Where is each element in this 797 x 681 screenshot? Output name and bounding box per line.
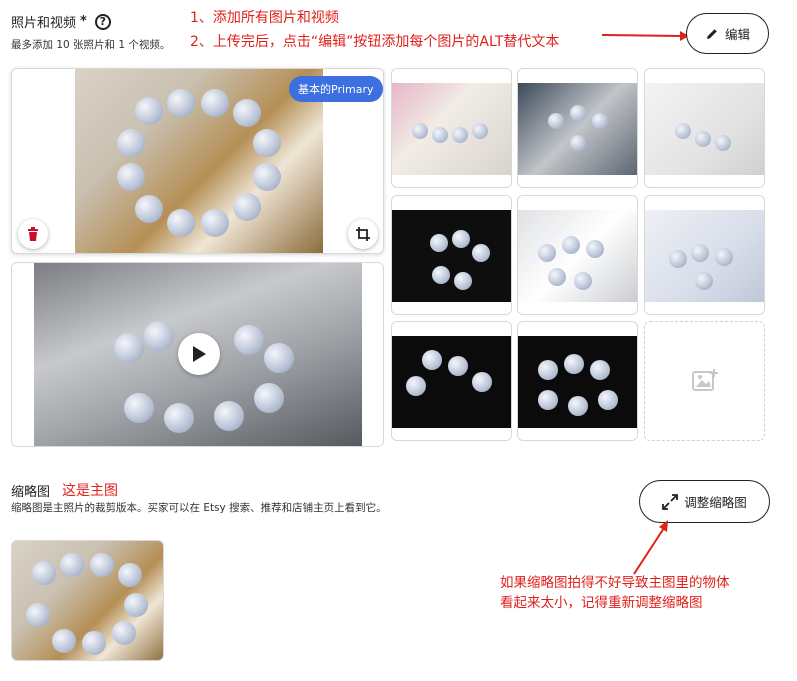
photo-tile-6[interactable] — [644, 195, 765, 315]
crop-icon — [356, 227, 370, 241]
resize-note-line2: 看起来太小，记得重新调整缩略图 — [500, 595, 703, 611]
photo-tile-7[interactable] — [391, 321, 512, 441]
photo-tile-5[interactable] — [517, 195, 638, 315]
resize-note-line1: 如果缩略图拍得不好导致主图里的物体 — [500, 575, 730, 591]
annotation-main-image: 这是主图 — [62, 483, 118, 499]
annotation-step1: 1、添加所有图片和视频 — [190, 10, 339, 26]
trash-icon — [28, 227, 38, 241]
primary-photo — [75, 69, 323, 253]
play-icon — [193, 346, 206, 362]
resize-thumbnail-label: 调整缩略图 — [684, 495, 747, 510]
photo-5 — [518, 210, 637, 302]
photo-tile-2[interactable] — [517, 68, 638, 188]
photo-7 — [392, 336, 511, 428]
thumbnail-description: 缩略图是主照片的裁剪版本。买家可以在 Etsy 搜索、推荐和店铺主页上看到它。 — [11, 502, 387, 514]
photo-3 — [645, 83, 764, 175]
annotation-step2: 2、上传完后，点击“编辑”按钮添加每个图片的ALT替代文本 — [190, 34, 560, 50]
expand-arrows-icon — [662, 493, 679, 510]
page-title: 照片和视频 — [11, 16, 77, 31]
photo-tile-1[interactable] — [391, 68, 512, 188]
crop-button[interactable] — [348, 219, 378, 249]
photo-4 — [392, 210, 511, 302]
edit-button-label: 编辑 — [724, 27, 750, 42]
pencil-icon — [706, 28, 717, 39]
help-icon[interactable]: ? — [94, 13, 111, 30]
primary-photo-tile[interactable]: 基本的Primary — [11, 68, 384, 254]
primary-badge: 基本的Primary — [289, 76, 383, 102]
delete-button[interactable] — [18, 219, 48, 249]
required-mark: * — [80, 14, 87, 29]
play-button[interactable] — [178, 333, 220, 375]
resize-note: 如果缩略图拍得不好导致主图里的物体 看起来太小，记得重新调整缩略图 — [500, 573, 730, 613]
video-tile[interactable] — [11, 262, 384, 447]
photo-1 — [392, 83, 511, 175]
photo-6 — [645, 210, 764, 302]
photo-tile-3[interactable] — [644, 68, 765, 188]
add-photo-slot[interactable] — [644, 321, 765, 441]
thumbnail-preview[interactable] — [11, 540, 164, 661]
add-image-icon — [691, 369, 718, 391]
resize-thumbnail-button[interactable]: 调整缩略图 — [639, 480, 770, 523]
photo-8 — [518, 336, 637, 428]
section-header: 照片和视频 * ? — [11, 12, 111, 31]
thumbnail-image — [12, 541, 163, 660]
arrow-to-edit-icon — [601, 31, 689, 41]
upload-limit-text: 最多添加 10 张照片和 1 个视频。 — [11, 39, 171, 51]
photo-tile-4[interactable] — [391, 195, 512, 315]
thumbnail-title: 缩略图 — [11, 485, 51, 500]
edit-button[interactable]: 编辑 — [686, 13, 769, 54]
photo-2 — [518, 83, 637, 175]
photo-tile-8[interactable] — [517, 321, 638, 441]
arrow-to-resize-icon — [633, 520, 668, 575]
